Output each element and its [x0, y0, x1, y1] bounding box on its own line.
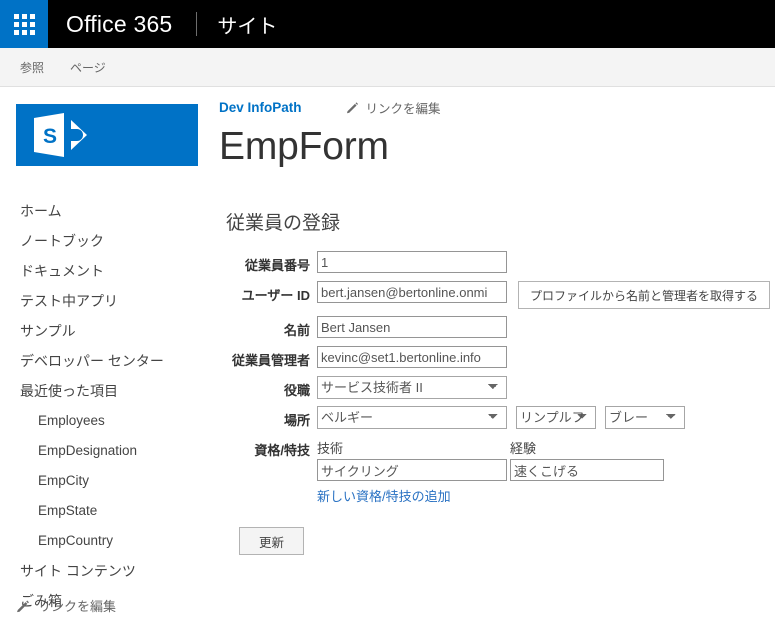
- label-title: 役職: [283, 383, 310, 398]
- label-employee-number: 従業員番号: [244, 258, 310, 273]
- sharepoint-logo-icon: S: [34, 113, 87, 157]
- skills-inputs-row: [317, 459, 664, 481]
- experience-input[interactable]: [510, 459, 664, 481]
- main-content: Dev InfoPath リンクを編集 EmpForm 従業員の登録 従業員番号: [210, 88, 775, 629]
- sidebar-item-documents[interactable]: ドキュメント: [0, 256, 210, 286]
- sidebar-edit-links-label: リンクを編集: [38, 599, 117, 614]
- skills-block: 技術 経験 新しい資格/特技の追加: [317, 436, 664, 505]
- page-edit-links-button[interactable]: リンクを編集: [346, 98, 441, 117]
- city-select[interactable]: ブレー: [605, 406, 685, 429]
- label-user-id: ユーザー ID: [241, 288, 310, 303]
- sidebar-item-test-app[interactable]: テスト中アプリ: [0, 286, 210, 316]
- breadcrumb: Dev InfoPath リンクを編集: [219, 96, 775, 118]
- page-title: EmpForm: [219, 125, 389, 168]
- sidebar-item-employees[interactable]: Employees: [0, 406, 210, 436]
- label-name: 名前: [283, 323, 310, 338]
- app-launcher-button[interactable]: [0, 0, 48, 48]
- sidebar-item-sample[interactable]: サンプル: [0, 316, 210, 346]
- nav-list: ホーム ノートブック ドキュメント テスト中アプリ サンプル デベロッパー セン…: [0, 196, 210, 616]
- form-row-skills: 資格/特技 技術 経験 新しい資格/特技の追加: [219, 436, 775, 505]
- country-select[interactable]: ベルギー: [317, 406, 507, 429]
- svg-text:S: S: [43, 125, 57, 148]
- sidebar-item-home[interactable]: ホーム: [0, 196, 210, 226]
- state-select[interactable]: リンプルフ: [516, 406, 596, 429]
- sidebar-item-developer-center[interactable]: デベロッパー センター: [0, 346, 210, 376]
- manager-input[interactable]: [317, 346, 507, 368]
- label-skills: 資格/特技: [254, 443, 310, 458]
- page-body: S ホーム ノートブック ドキュメント テスト中アプリ サンプル デベロッパー …: [0, 88, 775, 629]
- update-button[interactable]: 更新: [239, 527, 304, 555]
- label-location: 場所: [283, 413, 310, 428]
- office365-brand[interactable]: Office 365: [48, 0, 196, 48]
- tab-page[interactable]: ページ: [70, 59, 106, 76]
- pencil-icon: [16, 599, 30, 613]
- experience-column-header: 経験: [510, 441, 537, 456]
- sidebar-item-site-contents[interactable]: サイト コンテンツ: [0, 556, 210, 586]
- skill-input[interactable]: [317, 459, 507, 481]
- employee-number-input[interactable]: [317, 251, 507, 273]
- page-edit-links-label: リンクを編集: [365, 101, 441, 116]
- form-row-user-id: ユーザー ID プロファイルから名前と管理者を取得する: [219, 281, 775, 309]
- employee-registration-form: 従業員の登録 従業員番号 ユーザー ID プロファイルから名前と管理者を取得する…: [219, 208, 775, 555]
- form-actions: 更新: [239, 527, 775, 555]
- form-row-manager: 従業員管理者: [219, 346, 775, 369]
- title-select[interactable]: サービス技術者 II: [317, 376, 507, 399]
- form-row-title: 役職 サービス技術者 II: [219, 376, 775, 399]
- waffle-icon: [13, 13, 35, 35]
- form-row-name: 名前: [219, 316, 775, 339]
- form-row-location: 場所 ベルギー リンプルフ ブレー: [219, 406, 775, 429]
- skill-column-header: 技術: [317, 441, 344, 456]
- left-navigation: S ホーム ノートブック ドキュメント テスト中アプリ サンプル デベロッパー …: [0, 88, 210, 629]
- add-skill-link[interactable]: 新しい資格/特技の追加: [317, 486, 664, 505]
- suite-bar: Office 365 サイト: [0, 0, 775, 48]
- sidebar-item-empcity[interactable]: EmpCity: [0, 466, 210, 496]
- site-link[interactable]: サイト: [197, 0, 297, 48]
- form-row-employee-number: 従業員番号: [219, 251, 775, 274]
- sidebar-item-empcountry[interactable]: EmpCountry: [0, 526, 210, 556]
- sidebar-item-empstate[interactable]: EmpState: [0, 496, 210, 526]
- name-input[interactable]: [317, 316, 507, 338]
- pencil-icon: [346, 101, 359, 114]
- form-heading: 従業員の登録: [226, 213, 341, 234]
- breadcrumb-dev-infopath[interactable]: Dev InfoPath: [219, 100, 302, 115]
- user-id-input[interactable]: [317, 281, 507, 303]
- sharepoint-logo[interactable]: S: [16, 104, 198, 166]
- tab-browse[interactable]: 参照: [20, 59, 44, 76]
- sidebar-item-recent[interactable]: 最近使った項目: [0, 376, 210, 406]
- skills-column-headers: 技術 経験: [317, 436, 664, 457]
- ribbon-tab-bar: 参照 ページ: [0, 48, 775, 87]
- get-profile-button[interactable]: プロファイルから名前と管理者を取得する: [518, 281, 771, 309]
- sidebar-item-empdesignation[interactable]: EmpDesignation: [0, 436, 210, 466]
- sidebar-item-notebook[interactable]: ノートブック: [0, 226, 210, 256]
- sidebar-edit-links-button[interactable]: リンクを編集: [16, 596, 116, 615]
- label-manager: 従業員管理者: [231, 353, 310, 368]
